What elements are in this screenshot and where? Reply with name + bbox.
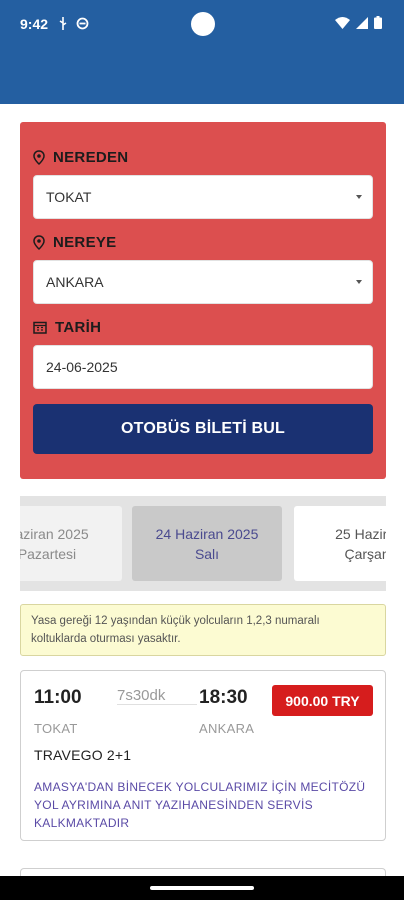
- search-card: NEREDEN TOKAT NEREYE ANKARA TARİH 24-06-…: [20, 122, 386, 479]
- location-pin-icon: [33, 150, 45, 165]
- status-time: 9:42: [20, 16, 49, 32]
- date-item-day: Çarşam: [344, 545, 386, 562]
- trip-note: AMASYA'DAN BİNECEK YOLCULARIMIZ İÇİN MEC…: [34, 780, 366, 830]
- from-value: TOKAT: [46, 189, 92, 205]
- from-label-text: NEREDEN: [53, 149, 129, 166]
- battery-icon: [374, 16, 382, 29]
- to-value: ANKARA: [46, 274, 104, 290]
- trip-to-city: ANKARA: [199, 721, 255, 736]
- date-item-next[interactable]: 25 Haziran Çarşam: [294, 506, 386, 581]
- date-selector[interactable]: Haziran 2025 Pazartesi 24 Haziran 2025 S…: [20, 496, 386, 591]
- date-item-day: Pazartesi: [20, 545, 77, 562]
- calendar-icon: [33, 321, 47, 334]
- trip-from-city: TOKAT: [34, 721, 78, 736]
- sync-icon: [76, 17, 89, 30]
- price-badge[interactable]: 900.00 TRY: [272, 685, 373, 716]
- home-indicator[interactable]: [150, 886, 254, 890]
- date-item-prev[interactable]: Haziran 2025 Pazartesi: [20, 506, 122, 581]
- from-label: NEREDEN: [33, 149, 128, 166]
- date-label: TARİH: [33, 319, 101, 336]
- usb-icon: [59, 17, 67, 30]
- location-pin-icon: [33, 235, 45, 250]
- arrival-time: 18:30: [199, 687, 248, 708]
- date-input[interactable]: 24-06-2025: [33, 345, 373, 389]
- dropdown-arrow-icon: [356, 280, 362, 284]
- date-item-date: Haziran 2025: [20, 525, 89, 542]
- camera-cutout: [191, 12, 215, 36]
- date-value: 24-06-2025: [46, 359, 118, 375]
- duration-divider: [117, 704, 197, 705]
- date-item-date: 24 Haziran 2025: [155, 525, 259, 542]
- departure-time: 11:00: [34, 687, 82, 708]
- age-notice: Yasa gereği 12 yaşından küçük yolcuların…: [20, 604, 386, 656]
- to-label: NEREYE: [33, 234, 117, 251]
- trip-card[interactable]: 11:00 7s30dk 18:30 900.00 TRY TOKAT ANKA…: [20, 670, 386, 841]
- signal-icon: [356, 16, 368, 29]
- find-bus-ticket-button[interactable]: OTOBÜS BİLETİ BUL: [33, 404, 373, 454]
- date-item-day: Salı: [194, 545, 220, 562]
- bus-type: TRAVEGO 2+1: [34, 747, 132, 763]
- dropdown-arrow-icon: [356, 195, 362, 199]
- wifi-icon: [335, 16, 350, 29]
- date-label-text: TARİH: [55, 319, 102, 336]
- to-label-text: NEREYE: [53, 234, 117, 251]
- to-select[interactable]: ANKARA: [33, 260, 373, 304]
- date-item-selected[interactable]: 24 Haziran 2025 Salı: [132, 506, 282, 581]
- from-select[interactable]: TOKAT: [33, 175, 373, 219]
- trip-duration: 7s30dk: [117, 687, 166, 704]
- status-bar: 9:42: [0, 0, 404, 104]
- date-item-date: 25 Haziran: [335, 525, 386, 542]
